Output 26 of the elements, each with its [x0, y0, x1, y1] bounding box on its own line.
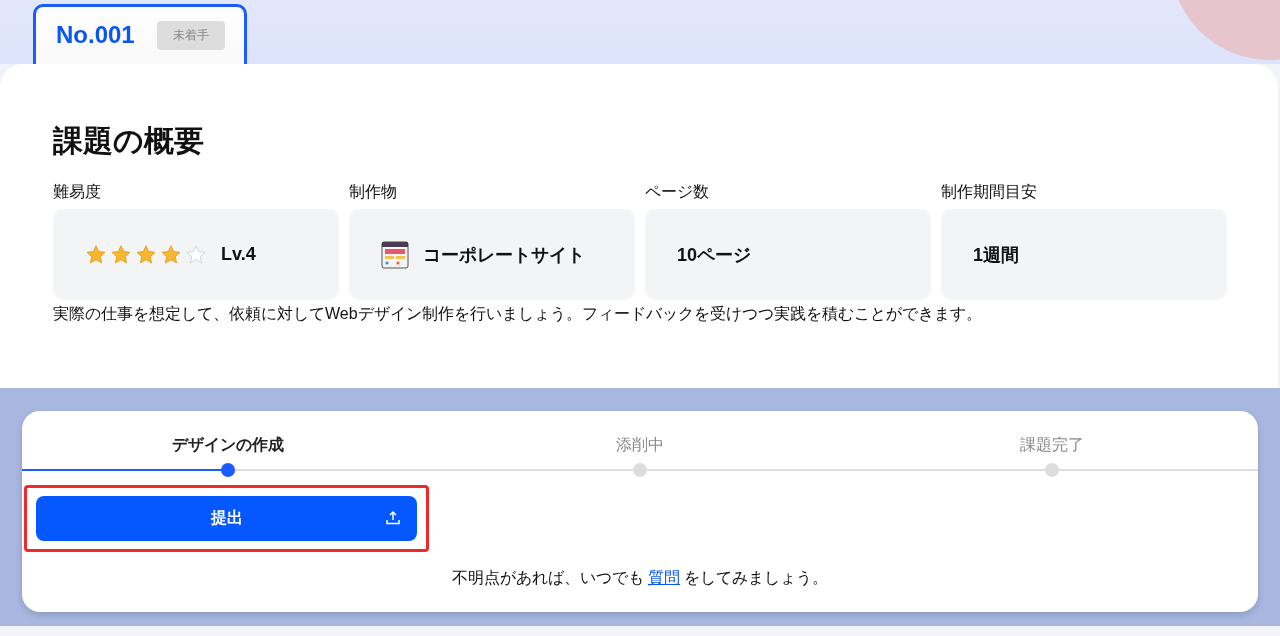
task-number: No.001: [56, 21, 135, 49]
submit-button[interactable]: 提出: [36, 496, 417, 541]
upload-icon: [385, 510, 401, 526]
question-link[interactable]: 質問: [648, 569, 680, 586]
filled-star-icon: [135, 243, 157, 266]
info-value: 10ページ: [677, 243, 752, 267]
info-value: 1週間: [973, 243, 1019, 267]
step-label: デザインの作成: [172, 435, 284, 455]
info-label: ページ数: [645, 182, 710, 202]
empty-star-icon: [185, 243, 207, 266]
info-label: 制作物: [349, 182, 398, 202]
filled-star-icon: [160, 243, 182, 266]
filled-star-icon: [110, 243, 132, 266]
filled-star-icon: [85, 243, 107, 266]
step-label: 課題完了: [1020, 435, 1084, 455]
section-title: 課題の概要: [53, 123, 205, 159]
status-badge: 未着手: [156, 21, 225, 50]
task-tab[interactable]: No.001 未着手: [33, 4, 247, 64]
help-text: 不明点があれば、いつでも 質問 をしてみましょう。: [450, 568, 830, 588]
info-value: コーポレートサイト: [423, 243, 585, 267]
info-value: Lv.4: [221, 244, 256, 265]
website-icon: [381, 240, 409, 269]
description: 実際の仕事を想定して、依頼に対してWebデザイン制作を行いましょう。フィードバックを受けつつ実践を積むことができます。: [53, 304, 983, 324]
info-label: 難易度: [53, 182, 102, 202]
step-label: 添削中: [616, 435, 664, 455]
info-label: 制作期間目安: [941, 182, 1038, 202]
